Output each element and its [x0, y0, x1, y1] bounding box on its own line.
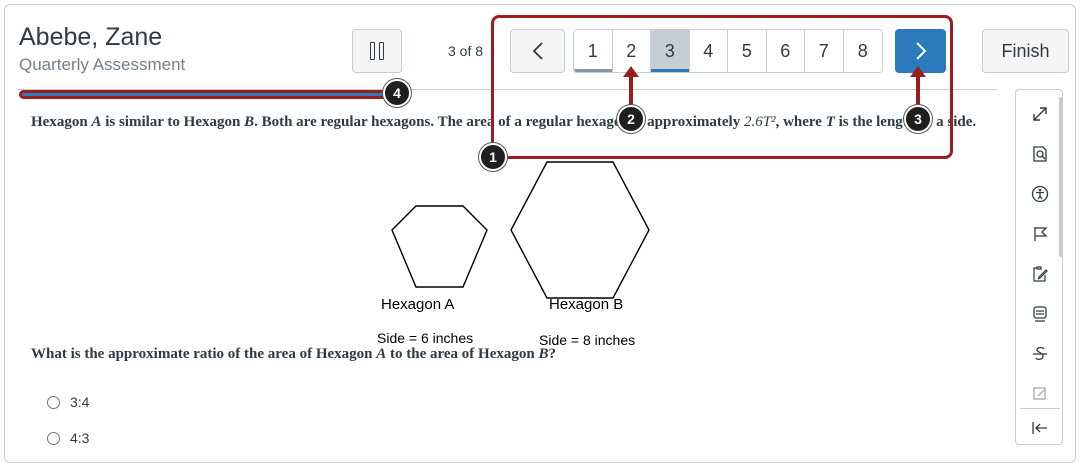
expand-icon	[1033, 107, 1047, 121]
flag-icon	[1034, 227, 1048, 241]
scrollbar[interactable]	[1059, 97, 1063, 257]
radio-button[interactable]	[47, 395, 60, 409]
pause-icon	[370, 42, 384, 60]
callout-badge: 2	[617, 105, 645, 133]
hexagon-a-label: Hexagon A	[381, 296, 455, 313]
student-name: Abebe, Zane	[19, 23, 163, 51]
calculator-button[interactable]	[1016, 296, 1064, 332]
assessment-name: Quarterly Assessment	[19, 55, 186, 74]
question-prompt: What is the approximate ratio of the are…	[31, 346, 556, 362]
flag-button[interactable]	[1016, 216, 1064, 252]
progress-bar	[19, 90, 399, 99]
notepad-button[interactable]	[1016, 256, 1064, 292]
highlighter-icon	[1033, 387, 1046, 400]
hexagon-b-shape	[510, 161, 650, 299]
callout-arrow	[910, 66, 926, 107]
document-search-button[interactable]	[1016, 136, 1064, 172]
callout-badge: 1	[479, 143, 507, 171]
answer-choice-label: 3:4	[70, 394, 90, 410]
assessment-window: Abebe, Zane Quarterly Assessment 3 of 8 …	[4, 4, 1076, 463]
radio-button[interactable]	[47, 431, 60, 445]
tools-toolbar	[1015, 89, 1063, 445]
callout-arrow	[623, 66, 639, 107]
hexagon-shapes	[391, 161, 650, 299]
toolbar-divider	[1020, 408, 1060, 409]
expand-button[interactable]	[1016, 96, 1064, 132]
highlighter-button[interactable]	[1016, 376, 1064, 412]
finish-button[interactable]: Finish	[982, 29, 1069, 73]
document-search-icon	[1033, 146, 1047, 162]
hexagon-b-label: Hexagon B	[549, 296, 624, 313]
notepad-icon	[1033, 266, 1048, 282]
accessibility-icon	[1031, 185, 1049, 203]
answer-choice[interactable]: 3:4	[47, 394, 89, 410]
strikethrough-icon	[1033, 346, 1047, 360]
pause-button[interactable]	[352, 29, 402, 73]
hexagon-a-side: Side = 6 inches	[377, 330, 474, 346]
hexagon-figure: Hexagon A Hexagon B Side = 6 inches Side…	[345, 160, 665, 348]
calculator-icon	[1033, 306, 1047, 322]
callout-badge: 4	[383, 79, 411, 107]
accessibility-button[interactable]	[1016, 176, 1064, 212]
strikethrough-button[interactable]	[1016, 336, 1064, 372]
hexagon-a-shape	[391, 205, 488, 288]
answer-choice-label: 4:3	[70, 430, 90, 446]
question-counter: 3 of 8	[448, 43, 484, 59]
collapse-toolbar-button[interactable]	[1016, 410, 1064, 446]
collapse-icon	[1032, 422, 1047, 434]
pager-callout-box	[491, 15, 953, 159]
callout-badge: 3	[904, 105, 932, 133]
answer-choice[interactable]: 4:3	[47, 430, 89, 446]
